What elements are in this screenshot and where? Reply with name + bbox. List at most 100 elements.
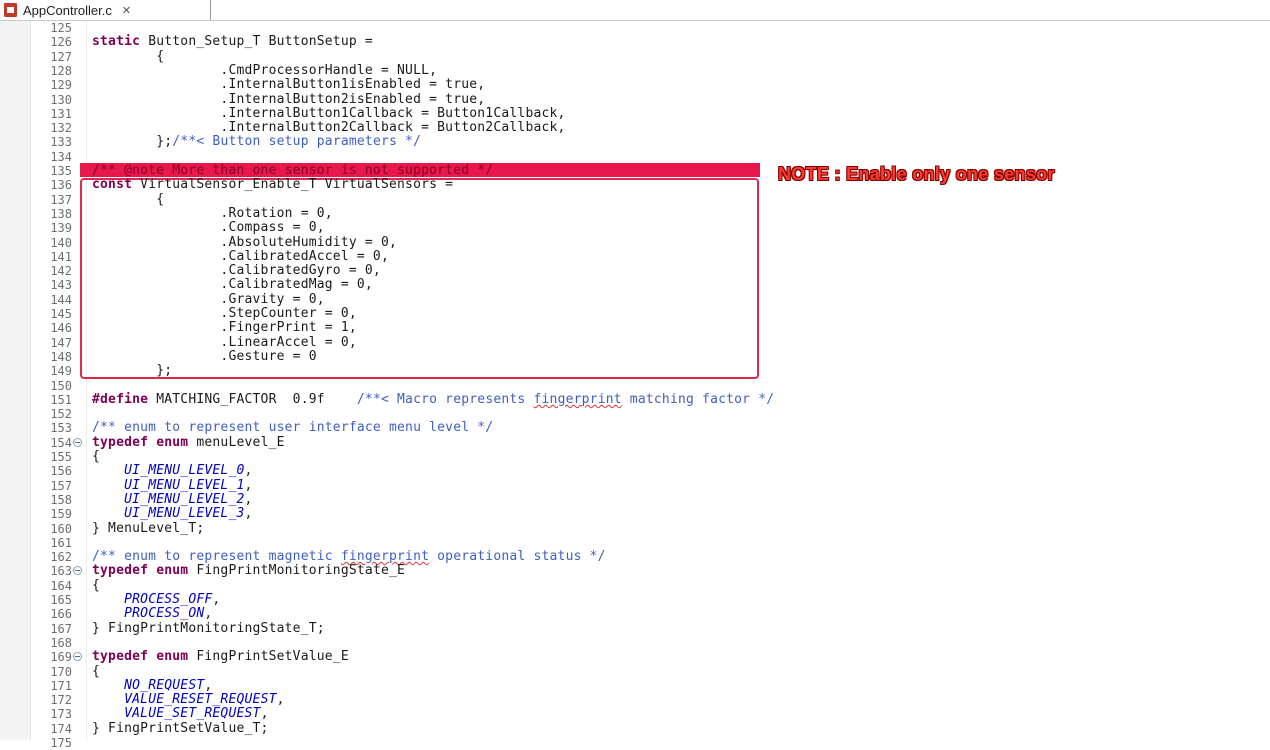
code-text: typedef enum FingPrintSetValue_E — [92, 649, 349, 665]
code-text: #define MATCHING_FACTOR 0.9f /**< Macro … — [92, 391, 775, 407]
code-line[interactable]: 166 PROCESS_ON, — [0, 606, 1270, 621]
line-number: 144 — [50, 292, 72, 307]
code-line[interactable]: 169 typedef enum FingPrintSetValue_E — [0, 649, 1270, 665]
line-number: 133 — [50, 135, 72, 150]
code-text: .CalibratedGyro = 0, — [92, 263, 381, 279]
line-number: 151 — [50, 392, 72, 407]
code-text: .Gravity = 0, — [92, 291, 325, 307]
code-line[interactable]: 155 { — [0, 449, 1270, 464]
code-line[interactable]: 147 .LinearAccel = 0, — [0, 334, 1270, 350]
line-number: 163 — [50, 564, 72, 579]
code-line[interactable]: 172 VALUE_RESET_REQUEST, — [0, 692, 1270, 708]
code-text: } MenuLevel_T; — [92, 520, 205, 536]
code-line[interactable]: 127 { — [0, 49, 1270, 64]
line-number: 150 — [50, 378, 72, 393]
code-line[interactable]: 160} MenuLevel_T; — [0, 520, 1270, 536]
code-line[interactable]: 148 .Gesture = 0 — [0, 349, 1270, 364]
code-line[interactable]: 165 PROCESS_OFF, — [0, 592, 1270, 607]
code-line[interactable]: 153 /** enum to represent user interface … — [0, 421, 1270, 436]
code-line[interactable]: 162 /** enum to represent magnetic finger… — [0, 549, 1270, 564]
line-number: 161 — [50, 535, 72, 550]
code-text: .CmdProcessorHandle = NULL, — [92, 62, 438, 78]
code-line[interactable]: 125 — [0, 21, 1270, 35]
code-text: VALUE_SET_REQUEST, — [124, 706, 269, 722]
code-line[interactable]: 134 — [0, 150, 1270, 164]
line-number: 172 — [50, 693, 72, 708]
code-line[interactable]: 168 — [0, 636, 1270, 650]
close-icon[interactable]: ✕ — [122, 4, 131, 17]
code-line[interactable]: 151 #define MATCHING_FACTOR 0.9f /**< Mac… — [0, 391, 1270, 407]
line-number: 148 — [50, 349, 72, 364]
code-line[interactable]: 139 .Compass = 0, — [0, 220, 1270, 236]
code-text: .StepCounter = 0, — [92, 306, 357, 321]
line-number: 137 — [50, 192, 72, 207]
code-line[interactable]: 152 — [0, 407, 1270, 421]
code-line[interactable]: 170 { — [0, 663, 1270, 679]
code-line[interactable]: 149 }; — [0, 363, 1270, 379]
code-line[interactable]: 142 .CalibratedGyro = 0, — [0, 263, 1270, 279]
code-text: { — [92, 449, 101, 464]
code-line[interactable]: 129 .InternalButton1isEnabled = true, — [0, 77, 1270, 92]
code-line[interactable]: 175 — [0, 736, 1270, 750]
code-text: typedef enum menuLevel_E — [92, 434, 285, 450]
code-line[interactable]: 144 .Gravity = 0, — [0, 291, 1270, 307]
code-line[interactable]: 126 static Button_Setup_T ButtonSetup = — [0, 34, 1270, 50]
line-number: 155 — [50, 450, 72, 464]
line-number: 154 — [50, 435, 72, 450]
code-line[interactable]: 173 VALUE_SET_REQUEST, — [0, 706, 1270, 722]
code-text: .CalibratedMag = 0, — [92, 277, 373, 293]
line-number: 125 — [50, 21, 72, 35]
code-line[interactable]: 135 /** @note More than one sensor is not… — [0, 163, 1270, 178]
code-line[interactable]: 158 UI_MENU_LEVEL_2, — [0, 491, 1270, 507]
line-number: 130 — [50, 92, 72, 107]
code-text: { — [92, 663, 101, 679]
code-line[interactable]: 140 .AbsoluteHumidity = 0, — [0, 234, 1270, 250]
code-line[interactable]: 133 };/**< Button setup parameters */ — [0, 135, 1270, 150]
code-line[interactable]: 143 .CalibratedMag = 0, — [0, 277, 1270, 293]
code-line[interactable]: 141 .CalibratedAccel = 0, — [0, 249, 1270, 264]
code-line[interactable]: 161 — [0, 536, 1270, 550]
code-line[interactable]: 138 .Rotation = 0, — [0, 206, 1270, 221]
code-line[interactable]: 131 .InternalButton1Callback = Button1Ca… — [0, 105, 1270, 121]
code-text: .Compass = 0, — [92, 220, 325, 236]
code-line[interactable]: 146 .FingerPrint = 1, — [0, 320, 1270, 335]
line-number: 149 — [50, 364, 72, 379]
fold-collapse-icon[interactable] — [73, 437, 82, 447]
code-text: .LinearAccel = 0, — [92, 334, 357, 350]
code-editor[interactable]: 125 126 static Button_Setup_T ButtonSetup … — [0, 21, 1270, 750]
annotation-note: NOTE : Enable only one sensor — [778, 164, 1055, 184]
code-line[interactable]: 132 .InternalButton2Callback = Button2Ca… — [0, 120, 1270, 135]
code-line[interactable]: 163 typedef enum FingPrintMonitoringState… — [0, 563, 1270, 579]
code-line[interactable]: 145 .StepCounter = 0, — [0, 306, 1270, 321]
code-line[interactable]: 159 UI_MENU_LEVEL_3, — [0, 506, 1270, 521]
code-line[interactable]: 130 .InternalButton2isEnabled = true, — [0, 92, 1270, 107]
code-line[interactable]: 164 { — [0, 578, 1270, 593]
line-number: 167 — [50, 621, 72, 636]
code-text: typedef enum FingPrintMonitoringState_E — [92, 563, 406, 579]
line-number: 126 — [50, 35, 72, 50]
fold-collapse-icon[interactable] — [73, 566, 82, 576]
code-text: { — [92, 191, 165, 207]
line-number: 170 — [50, 664, 72, 679]
code-line[interactable]: 150 — [0, 379, 1270, 393]
line-number: 147 — [50, 335, 72, 350]
code-text: .InternalButton1Callback = Button1Callba… — [92, 105, 566, 121]
code-line[interactable]: 156 UI_MENU_LEVEL_0, — [0, 463, 1270, 478]
line-number: 139 — [50, 221, 72, 236]
code-text: }; — [92, 363, 173, 379]
code-line[interactable]: 167} FingPrintMonitoringState_T; — [0, 621, 1270, 636]
code-line[interactable]: 157 UI_MENU_LEVEL_1, — [0, 478, 1270, 493]
line-number: 142 — [50, 264, 72, 279]
line-number: 165 — [50, 593, 72, 607]
code-line[interactable]: 137 { — [0, 191, 1270, 207]
tab-appcontroller[interactable]: AppController.c ✕ — [0, 0, 211, 20]
code-line[interactable]: 171 NO_REQUEST, — [0, 678, 1270, 693]
code-line[interactable]: 128 .CmdProcessorHandle = NULL, — [0, 62, 1270, 78]
fold-collapse-icon[interactable] — [73, 652, 82, 662]
line-number: 158 — [50, 492, 72, 507]
code-line[interactable]: 136 const VirtualSensor_Enable_T VirtualS… — [0, 177, 1270, 192]
code-text: .AbsoluteHumidity = 0, — [92, 234, 398, 250]
code-line[interactable]: 154 typedef enum menuLevel_E — [0, 434, 1270, 450]
code-text: UI_MENU_LEVEL_2, — [124, 491, 253, 507]
code-line[interactable]: 174} FingPrintSetValue_T; — [0, 721, 1270, 736]
